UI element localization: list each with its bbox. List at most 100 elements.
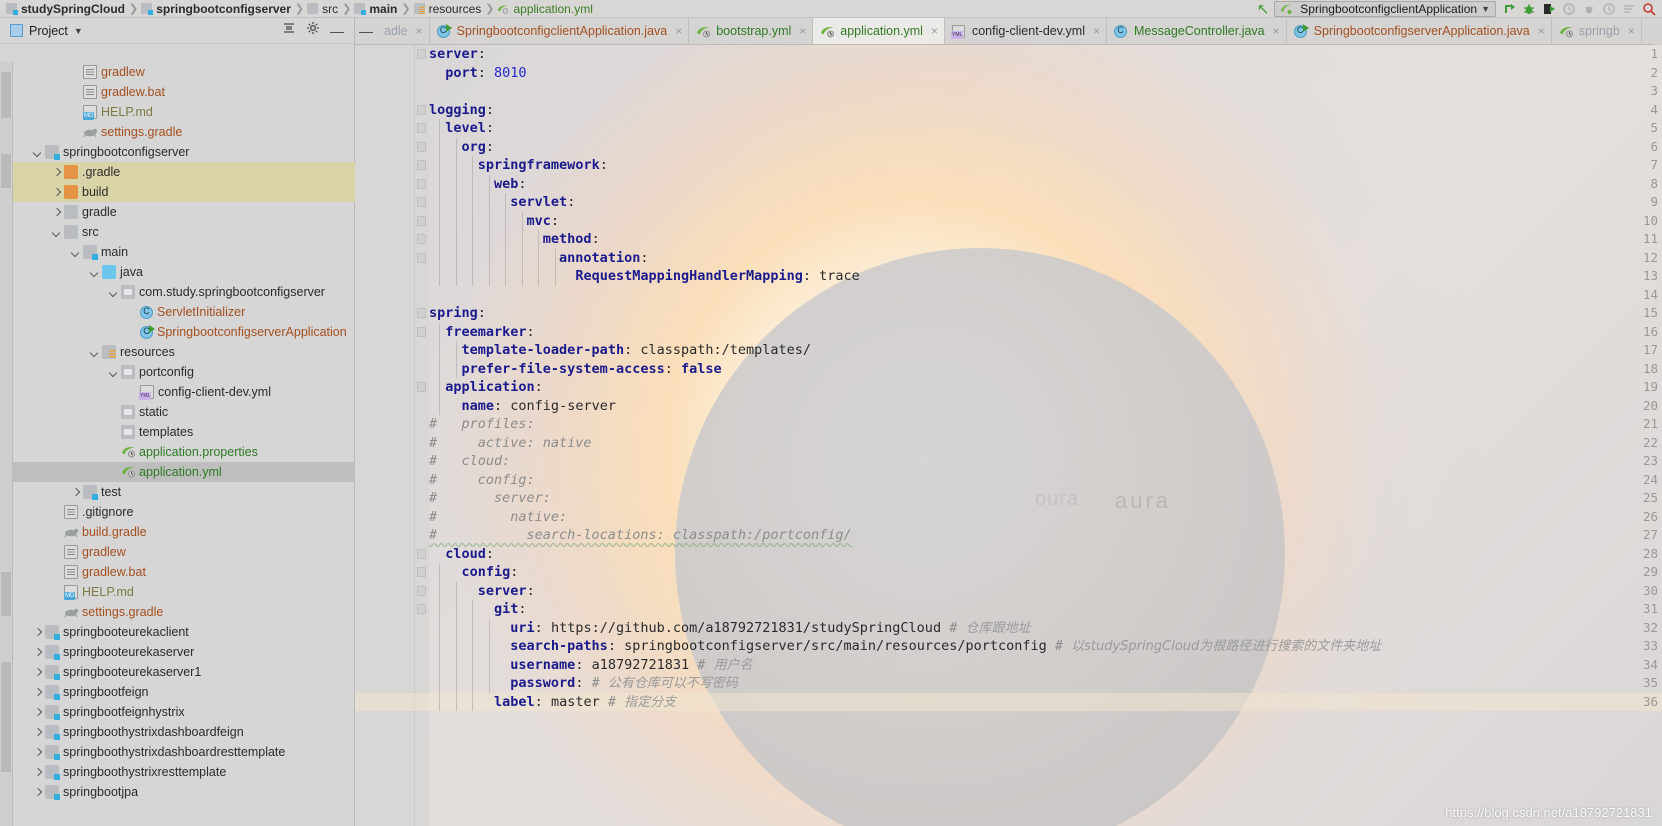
- code-fold-toggle[interactable]: [417, 308, 426, 318]
- debug-button[interactable]: [1521, 2, 1536, 17]
- editor-tab-bootstrap-yml[interactable]: bootstrap.yml: [689, 18, 814, 44]
- tree-row--gradle[interactable]: .gradle: [13, 162, 355, 182]
- code-fold-toggle[interactable]: [417, 197, 426, 207]
- search-everywhere-icon[interactable]: [1641, 2, 1656, 17]
- code-line[interactable]: username: a18792721831 # 用户名: [429, 656, 1662, 675]
- tree-row-gradlew-bat[interactable]: gradlew.bat: [13, 562, 355, 582]
- list-button[interactable]: [1621, 2, 1636, 17]
- close-icon[interactable]: [931, 24, 938, 38]
- code-line[interactable]: # cloud:: [429, 452, 1662, 471]
- editor-tab-springb[interactable]: springb: [1552, 18, 1642, 44]
- breadcrumb-item-src[interactable]: src: [305, 0, 341, 18]
- tree-row-gradlew[interactable]: gradlew: [13, 542, 355, 562]
- editor-tab-adle[interactable]: adle: [377, 18, 430, 44]
- chevron-down-icon[interactable]: [108, 367, 119, 378]
- breadcrumb-item-springbootconfigserver[interactable]: springbootconfigserver: [139, 0, 294, 18]
- tree-row-springbootfeign[interactable]: springbootfeign: [13, 682, 355, 702]
- code-line[interactable]: search-paths: springbootconfigserver/src…: [429, 637, 1662, 656]
- tree-row-springbootjpa[interactable]: springbootjpa: [13, 782, 355, 802]
- code-line[interactable]: springframework:: [429, 156, 1662, 175]
- tree-row-springbootconfigserver[interactable]: springbootconfigserver: [13, 142, 355, 162]
- tree-row-templates[interactable]: templates: [13, 422, 355, 442]
- run-button[interactable]: [1541, 2, 1556, 17]
- code-line[interactable]: password: # 公有仓库可以不写密码: [429, 674, 1662, 693]
- chevron-down-icon[interactable]: [51, 227, 62, 238]
- chevron-right-icon[interactable]: [32, 687, 43, 698]
- tree-row-springbootconfigserverapplication[interactable]: SpringbootconfigserverApplication: [13, 322, 355, 342]
- code-fold-toggle[interactable]: [417, 215, 426, 226]
- tree-row--gitignore[interactable]: .gitignore: [13, 502, 355, 522]
- code-line[interactable]: level:: [429, 119, 1662, 138]
- code-line[interactable]: cloud:: [429, 545, 1662, 564]
- code-line[interactable]: label: master # 指定分支: [429, 692, 1662, 711]
- code-fold-toggle[interactable]: [417, 141, 426, 152]
- code-content[interactable]: server: port: 8010 logging: level: org: s…: [429, 45, 1662, 826]
- tree-row-settings-gradle[interactable]: settings.gradle: [13, 602, 355, 622]
- code-fold-toggle[interactable]: [417, 326, 426, 337]
- close-icon[interactable]: [1093, 24, 1100, 38]
- tree-row-test[interactable]: test: [13, 482, 355, 502]
- attach-button[interactable]: [1581, 2, 1596, 17]
- chevron-right-icon[interactable]: [51, 187, 62, 198]
- close-icon[interactable]: [675, 24, 682, 38]
- code-fold-toggle[interactable]: [417, 234, 426, 244]
- code-line[interactable]: uri: https://github.com/a18792721831/stu…: [429, 619, 1662, 638]
- history-button[interactable]: [1601, 2, 1616, 17]
- editor-tab-springbootconfigserverapplication-java[interactable]: SpringbootconfigserverApplication.java: [1287, 18, 1552, 44]
- code-line[interactable]: RequestMappingHandlerMapping: trace: [429, 267, 1662, 286]
- build-button[interactable]: [1501, 2, 1516, 17]
- code-line[interactable]: org:: [429, 138, 1662, 157]
- editor-tab-config-client-dev-yml[interactable]: config-client-dev.yml: [945, 18, 1108, 44]
- code-line[interactable]: port: 8010: [429, 64, 1662, 83]
- editor-tab-overflow[interactable]: [1654, 18, 1662, 45]
- code-line[interactable]: [429, 286, 1662, 305]
- chevron-down-icon[interactable]: ▼: [74, 26, 83, 36]
- code-line[interactable]: server:: [429, 582, 1662, 601]
- code-fold-toggle[interactable]: [417, 123, 426, 133]
- tree-row-build-gradle[interactable]: build.gradle: [13, 522, 355, 542]
- code-line[interactable]: template-loader-path: classpath:/templat…: [429, 341, 1662, 360]
- code-fold-toggle[interactable]: [417, 49, 426, 59]
- code-line[interactable]: [429, 82, 1662, 101]
- tree-row-springboothystrixdashboardfeign[interactable]: springboothystrixdashboardfeign: [13, 722, 355, 742]
- breadcrumb-item-main[interactable]: main: [352, 0, 400, 18]
- code-fold-toggle[interactable]: [417, 252, 426, 263]
- close-icon[interactable]: [1273, 24, 1280, 38]
- tree-row-application-yml[interactable]: application.yml: [13, 462, 355, 482]
- tree-row-servletinitializer[interactable]: ServletInitializer: [13, 302, 355, 322]
- code-fold-toggle[interactable]: [417, 104, 426, 115]
- breadcrumb-item-application-yml[interactable]: application.yml: [495, 0, 595, 18]
- chevron-down-icon[interactable]: [89, 347, 100, 358]
- tree-row-springboothystrixresttemplate[interactable]: springboothystrixresttemplate: [13, 762, 355, 782]
- code-line[interactable]: # search-locations: classpath:/portconfi…: [429, 526, 1662, 545]
- breadcrumb-item-studyspringcloud[interactable]: studySpringCloud: [4, 0, 128, 18]
- chevron-right-icon[interactable]: [32, 647, 43, 658]
- chevron-down-icon[interactable]: [32, 147, 43, 158]
- code-line[interactable]: # profiles:: [429, 415, 1662, 434]
- tree-row-springbootfeignhystrix[interactable]: springbootfeignhystrix: [13, 702, 355, 722]
- tree-row-springbooteurekaserver[interactable]: springbooteurekaserver: [13, 642, 355, 662]
- code-line[interactable]: method:: [429, 230, 1662, 249]
- collapse-icon[interactable]: —: [355, 18, 377, 44]
- stripe-tab-gradle[interactable]: [1, 572, 11, 616]
- stripe-tab-maven[interactable]: [1, 662, 11, 772]
- chevron-right-icon[interactable]: [70, 487, 81, 498]
- code-fold-toggle[interactable]: [417, 548, 426, 559]
- run-configuration-selector[interactable]: SpringbootconfigclientApplication ▼: [1274, 1, 1496, 17]
- code-line[interactable]: annotation:: [429, 249, 1662, 268]
- code-line[interactable]: # server:: [429, 489, 1662, 508]
- code-line[interactable]: config:: [429, 563, 1662, 582]
- tree-row-springboothystrixdashboardresttemplate[interactable]: springboothystrixdashboardresttemplate: [13, 742, 355, 762]
- chevron-right-icon[interactable]: [32, 767, 43, 778]
- code-line[interactable]: prefer-file-system-access: false: [429, 360, 1662, 379]
- tree-row-src[interactable]: src: [13, 222, 355, 242]
- tree-row-resources[interactable]: resources: [13, 342, 355, 362]
- code-line[interactable]: git:: [429, 600, 1662, 619]
- coverage-button[interactable]: [1561, 2, 1576, 17]
- tree-row-gradlew-bat[interactable]: gradlew.bat: [13, 82, 355, 102]
- code-line[interactable]: # config:: [429, 471, 1662, 490]
- code-fold-toggle[interactable]: [417, 604, 426, 614]
- chevron-down-icon[interactable]: [89, 267, 100, 278]
- tree-row-settings-gradle[interactable]: settings.gradle: [13, 122, 355, 142]
- chevron-down-icon[interactable]: [70, 247, 81, 258]
